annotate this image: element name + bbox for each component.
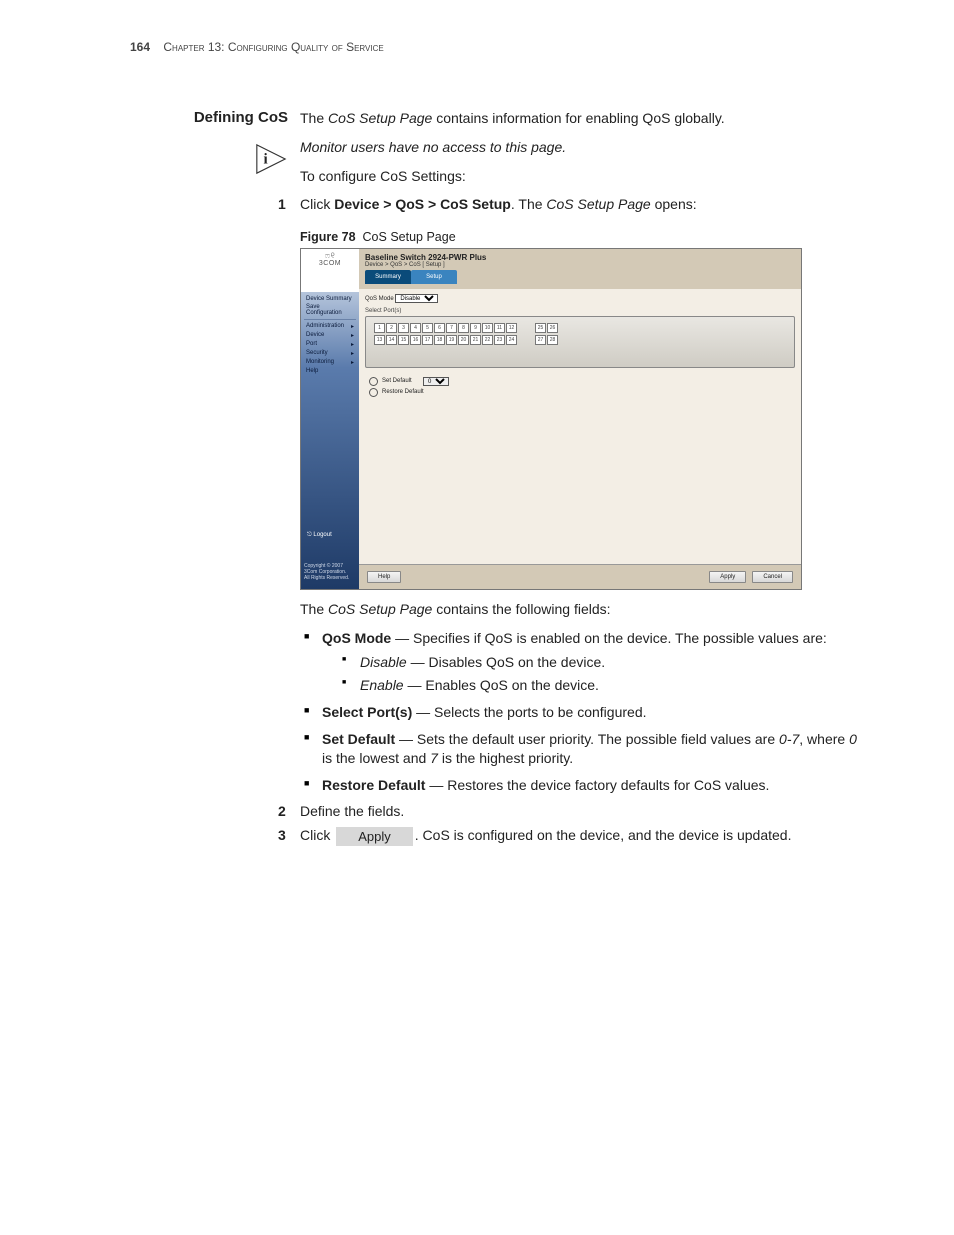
apply-button-inline[interactable]: Apply [336, 827, 413, 846]
field-select-ports: Select Port(s) — Selects the ports to be… [300, 703, 864, 722]
nav-admin[interactable]: Administration▸ [304, 322, 356, 331]
port-24[interactable]: 24 [506, 335, 517, 345]
cancel-button[interactable]: Cancel [752, 571, 793, 583]
radio-set-default[interactable]: Set Default 0 [369, 376, 791, 387]
logo: ෆ୧ 3COM [301, 249, 359, 292]
nav-security[interactable]: Security▸ [304, 349, 356, 358]
qos-mode-label: QoS Mode [365, 296, 394, 302]
nav-monitoring[interactable]: Monitoring▸ [304, 358, 356, 367]
step-3: 3 Click Apply. CoS is configured on the … [300, 827, 864, 846]
port-12[interactable]: 12 [506, 323, 517, 333]
device-title: Baseline Switch 2924-PWR Plus [359, 249, 801, 262]
step-2: 2 Define the fields. [300, 803, 864, 819]
field-qos-disable: Disable — Disables QoS on the device. [340, 653, 864, 672]
set-default-select[interactable]: 0 [423, 377, 449, 386]
qos-mode-select[interactable]: Disable [395, 294, 438, 303]
port-17[interactable]: 17 [422, 335, 433, 345]
port-20[interactable]: 20 [458, 335, 469, 345]
logout-link[interactable]: ⎋ Logout [307, 532, 332, 539]
port-10[interactable]: 10 [482, 323, 493, 333]
field-qos-enable: Enable — Enables QoS on the device. [340, 676, 864, 695]
port-28[interactable]: 28 [547, 335, 558, 345]
select-ports-label: Select Port(s) [359, 308, 801, 316]
breadcrumb: Device > QoS > CoS [ Setup ] [359, 262, 801, 270]
page-header: 164 Chapter 13: Configuring Quality of S… [130, 40, 864, 54]
port-9[interactable]: 9 [470, 323, 481, 333]
port-19[interactable]: 19 [446, 335, 457, 345]
port-13[interactable]: 13 [374, 335, 385, 345]
port-14[interactable]: 14 [386, 335, 397, 345]
port-11[interactable]: 11 [494, 323, 505, 333]
port-2[interactable]: 2 [386, 323, 397, 333]
port-26[interactable]: 26 [547, 323, 558, 333]
chapter-title: Chapter 13: Configuring Quality of Servi… [163, 40, 383, 54]
port-3[interactable]: 3 [398, 323, 409, 333]
section-heading: Defining CoS [194, 109, 288, 126]
port-15[interactable]: 15 [398, 335, 409, 345]
field-set-default: Set Default — Sets the default user prio… [300, 730, 864, 768]
port-23[interactable]: 23 [494, 335, 505, 345]
field-qos-mode: QoS Mode — Specifies if QoS is enabled o… [300, 629, 864, 696]
port-1[interactable]: 1 [374, 323, 385, 333]
help-button[interactable]: Help [367, 571, 401, 583]
port-27[interactable]: 27 [535, 335, 546, 345]
page-number: 164 [130, 40, 150, 54]
nav-help[interactable]: Help [304, 367, 356, 375]
info-icon: i [254, 142, 288, 176]
copyright: Copyright © 2007 3Com Corporation. All R… [304, 563, 356, 581]
svg-text:i: i [263, 152, 267, 168]
port-selector[interactable]: 123456789101112 131415161718192021222324… [365, 316, 795, 368]
nav-port[interactable]: Port▸ [304, 340, 356, 349]
apply-button[interactable]: Apply [709, 571, 746, 583]
port-8[interactable]: 8 [458, 323, 469, 333]
radio-restore-default[interactable]: Restore Default [369, 387, 791, 398]
port-22[interactable]: 22 [482, 335, 493, 345]
nav-device[interactable]: Device▸ [304, 331, 356, 340]
nav-save-config[interactable]: Save Configuration [304, 303, 356, 317]
port-25[interactable]: 25 [535, 323, 546, 333]
step-1: 1 Click Device > QoS > CoS Setup. The Co… [300, 196, 864, 795]
field-restore-default: Restore Default — Restores the device fa… [300, 776, 864, 795]
tab-summary[interactable]: Summary [365, 270, 411, 284]
figure-caption: Figure 78 CoS Setup Page [300, 230, 864, 244]
note-text: Monitor users have no access to this pag… [300, 138, 864, 157]
port-5[interactable]: 5 [422, 323, 433, 333]
port-18[interactable]: 18 [434, 335, 445, 345]
fields-intro: The CoS Setup Page contains the followin… [300, 600, 864, 619]
port-7[interactable]: 7 [446, 323, 457, 333]
nav-device-summary[interactable]: Device Summary [304, 295, 356, 303]
port-4[interactable]: 4 [410, 323, 421, 333]
port-6[interactable]: 6 [434, 323, 445, 333]
screenshot: ෆ୧ 3COM Device Summary Save Configuratio… [300, 248, 802, 590]
intro-text: The CoS Setup Page contains information … [300, 109, 864, 128]
tab-setup[interactable]: Setup [411, 270, 457, 284]
port-16[interactable]: 16 [410, 335, 421, 345]
subintro-text: To configure CoS Settings: [300, 167, 864, 186]
port-21[interactable]: 21 [470, 335, 481, 345]
